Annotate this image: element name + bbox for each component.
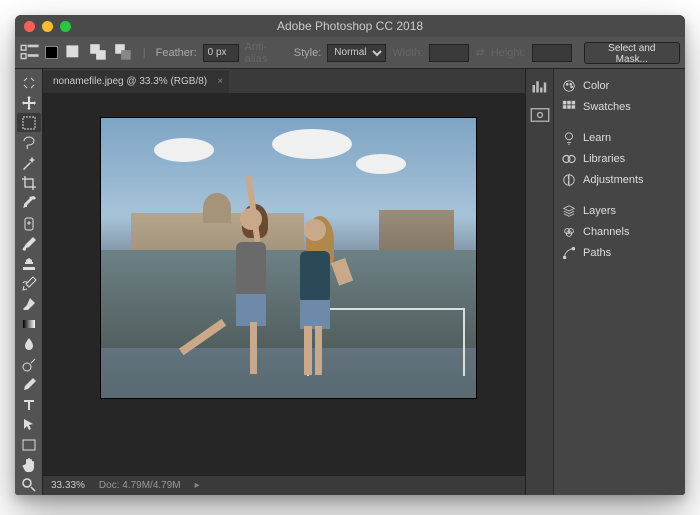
lasso-tool[interactable] — [17, 133, 41, 152]
panel-swatches[interactable]: Swatches — [558, 96, 681, 117]
panel-label: Libraries — [583, 153, 625, 165]
expand-arrows-icon[interactable] — [17, 73, 41, 92]
brush-tool[interactable] — [17, 234, 41, 253]
width-input — [429, 44, 469, 62]
panel-area: Color Swatches Learn Libraries — [525, 69, 685, 495]
panel-label: Learn — [583, 132, 611, 144]
panel-layers[interactable]: Layers — [558, 200, 681, 221]
rectangle-tool[interactable] — [17, 436, 41, 455]
feather-label: Feather: — [156, 47, 197, 59]
zoom-level[interactable]: 33.33% — [51, 480, 85, 491]
antialias-label: Anti-alias — [245, 41, 288, 65]
canvas-image — [101, 118, 476, 398]
panel-learn[interactable]: Learn — [558, 127, 681, 148]
style-select[interactable]: Normal — [327, 44, 386, 62]
healing-brush-tool[interactable] — [17, 214, 41, 233]
hand-tool[interactable] — [17, 456, 41, 475]
panel-label: Adjustments — [583, 174, 644, 186]
panel-list: Color Swatches Learn Libraries — [554, 69, 685, 495]
status-menu-icon[interactable]: ▸ — [195, 480, 200, 491]
panel-label: Paths — [583, 247, 611, 259]
style-label: Style: — [294, 47, 322, 59]
panel-label: Layers — [583, 205, 616, 217]
home-icon[interactable] — [20, 42, 39, 64]
subtract-selection-icon[interactable] — [114, 42, 133, 64]
tools-panel — [15, 69, 43, 495]
width-label: Width: — [392, 47, 423, 59]
document-tab-label: nonamefile.jpeg @ 33.3% (RGB/8) — [53, 76, 207, 87]
document-tab[interactable]: × nonamefile.jpeg @ 33.3% (RGB/8) — [43, 69, 229, 93]
rectangular-marquee-tool[interactable] — [17, 113, 41, 132]
tool-preset-icon[interactable] — [45, 46, 57, 59]
options-bar: | Feather: Anti-alias Style: Normal Widt… — [15, 37, 685, 69]
document-tab-bar: × nonamefile.jpeg @ 33.3% (RGB/8) — [43, 69, 525, 93]
document-area: × nonamefile.jpeg @ 33.3% (RGB/8) — [43, 69, 525, 495]
app-window: Adobe Photoshop CC 2018 | Feather: Anti-… — [15, 15, 685, 495]
panel-label: Swatches — [583, 101, 631, 113]
panel-label: Channels — [583, 226, 629, 238]
height-label: Height: — [491, 47, 526, 59]
history-brush-tool[interactable] — [17, 274, 41, 293]
crop-tool[interactable] — [17, 174, 41, 193]
panel-dock — [526, 69, 554, 495]
panel-paths[interactable]: Paths — [558, 242, 681, 263]
close-tab-icon[interactable]: × — [217, 76, 223, 87]
panel-adjustments[interactable]: Adjustments — [558, 169, 681, 190]
histogram-icon[interactable] — [530, 75, 550, 95]
doc-size: Doc: 4.79M/4.79M — [99, 480, 181, 491]
titlebar: Adobe Photoshop CC 2018 — [15, 15, 685, 37]
height-input — [532, 44, 572, 62]
minimize-window-button[interactable] — [42, 21, 53, 32]
magic-wand-tool[interactable] — [17, 154, 41, 173]
dodge-tool[interactable] — [17, 355, 41, 374]
canvas-viewport[interactable] — [43, 93, 525, 475]
panel-libraries[interactable]: Libraries — [558, 148, 681, 169]
clone-stamp-tool[interactable] — [17, 254, 41, 273]
swap-icon: ⇄ — [475, 46, 484, 59]
status-bar: 33.33% Doc: 4.79M/4.79M ▸ — [43, 475, 525, 495]
window-title: Adobe Photoshop CC 2018 — [15, 19, 685, 33]
zoom-tool[interactable] — [17, 476, 41, 495]
move-tool[interactable] — [17, 93, 41, 112]
add-selection-icon[interactable] — [89, 42, 108, 64]
panel-label: Color — [583, 80, 609, 92]
pen-tool[interactable] — [17, 375, 41, 394]
eyedropper-tool[interactable] — [17, 194, 41, 213]
close-window-button[interactable] — [24, 21, 35, 32]
navigator-icon[interactable] — [530, 105, 550, 125]
new-selection-icon[interactable] — [64, 42, 83, 64]
maximize-window-button[interactable] — [60, 21, 71, 32]
feather-input[interactable] — [203, 44, 239, 62]
eraser-tool[interactable] — [17, 295, 41, 314]
panel-channels[interactable]: Channels — [558, 221, 681, 242]
gradient-tool[interactable] — [17, 315, 41, 334]
select-and-mask-button[interactable]: Select and Mask... — [584, 42, 680, 64]
path-selection-tool[interactable] — [17, 415, 41, 434]
panel-color[interactable]: Color — [558, 75, 681, 96]
blur-tool[interactable] — [17, 335, 41, 354]
horizontal-type-tool[interactable] — [17, 395, 41, 414]
